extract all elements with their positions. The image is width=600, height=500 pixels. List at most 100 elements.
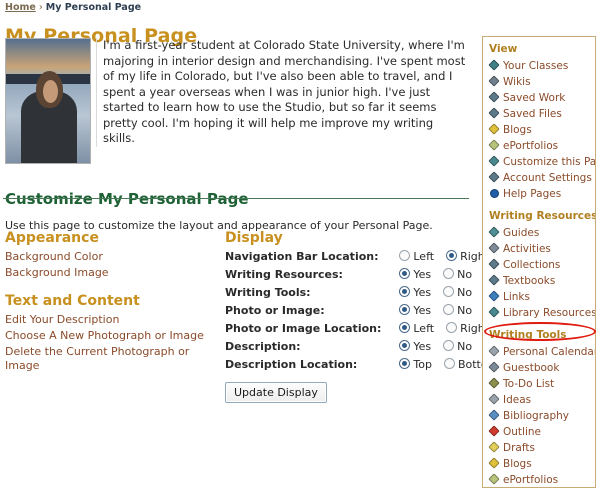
list-item: Background Color bbox=[5, 250, 220, 264]
gem-icon-steel bbox=[489, 172, 500, 183]
sidebar-item-drafts[interactable]: Drafts bbox=[503, 442, 535, 454]
radio-button[interactable] bbox=[399, 268, 410, 279]
list-item: Textbooks bbox=[489, 273, 595, 289]
sidebar-item-collections[interactable]: Collections bbox=[503, 259, 560, 271]
radio-option[interactable]: No bbox=[443, 304, 472, 317]
sidebar-item-ideas[interactable]: Ideas bbox=[503, 394, 531, 406]
link-edit-your-description[interactable]: Edit Your Description bbox=[5, 313, 119, 326]
radio-option[interactable]: No bbox=[443, 268, 472, 281]
list-item: Blogs bbox=[489, 456, 595, 472]
radio-option-label: Yes bbox=[413, 286, 431, 299]
breadcrumb-separator: › bbox=[39, 2, 43, 13]
sidebar-item-activities[interactable]: Activities bbox=[503, 243, 551, 255]
customize-left-column: Appearance Background Color Background I… bbox=[5, 230, 220, 375]
radio-option[interactable]: Left bbox=[399, 322, 434, 335]
text-and-content-link-list: Edit Your Description Choose A New Photo… bbox=[5, 313, 220, 373]
sidebar-group-heading: Writing Tools bbox=[489, 329, 595, 341]
gem-icon-slate bbox=[489, 362, 500, 373]
radio-option[interactable]: Yes bbox=[399, 286, 431, 299]
gem-icon-slate bbox=[489, 76, 500, 87]
list-item: Personal Calendar bbox=[489, 344, 595, 360]
radio-button[interactable] bbox=[399, 322, 410, 333]
sidebar-item-guestbook[interactable]: Guestbook bbox=[503, 362, 559, 374]
radio-option-label: Yes bbox=[413, 340, 431, 353]
breadcrumb: Home›My Personal Page bbox=[5, 2, 141, 13]
radio-button[interactable] bbox=[443, 340, 454, 351]
radio-option-label: No bbox=[457, 268, 472, 281]
radio-button[interactable] bbox=[446, 322, 457, 333]
sidebar-item-blogs[interactable]: Blogs bbox=[503, 124, 532, 136]
radio-option[interactable]: Yes bbox=[399, 340, 431, 353]
sidebar-item-account-settings[interactable]: Account Settings bbox=[503, 172, 592, 184]
radio-button[interactable] bbox=[399, 304, 410, 315]
sidebar-item-eportfolios[interactable]: ePortfolios bbox=[503, 474, 558, 486]
radio-button[interactable] bbox=[446, 250, 457, 261]
sidebar-item-bibliography[interactable]: Bibliography bbox=[503, 410, 569, 422]
radio-button[interactable] bbox=[399, 358, 410, 369]
sidebar-item-blogs[interactable]: Blogs bbox=[503, 458, 532, 470]
sidebar-item-textbooks[interactable]: Textbooks bbox=[503, 275, 555, 287]
update-display-button[interactable]: Update Display bbox=[225, 382, 327, 403]
section-divider bbox=[3, 198, 469, 199]
radio-button[interactable] bbox=[399, 250, 410, 261]
list-item: Choose A New Photograph or Image bbox=[5, 329, 220, 343]
display-option-label: Writing Tools: bbox=[225, 286, 399, 304]
radio-button[interactable] bbox=[443, 268, 454, 279]
gem-icon-blue bbox=[489, 410, 500, 421]
sidebar-group-list: Your Classes Wikis Saved Work Saved Files Bl… bbox=[489, 58, 595, 202]
list-item: Delete the Current Photograph or Image bbox=[5, 345, 220, 373]
display-option-label: Photo or Image: bbox=[225, 304, 399, 322]
link-background-image[interactable]: Background Image bbox=[5, 266, 109, 279]
display-option-row: Photo or Image:Yes No bbox=[225, 304, 498, 322]
radio-option-label: Left bbox=[413, 322, 434, 335]
navigation-sidebar: ViewYour ClassesWikisSaved WorkSaved Fil… bbox=[482, 36, 596, 488]
radio-button[interactable] bbox=[443, 286, 454, 297]
radio-option[interactable]: Top bbox=[399, 358, 432, 371]
radio-button[interactable] bbox=[399, 286, 410, 297]
radio-button[interactable] bbox=[399, 340, 410, 351]
sidebar-group-list: Guides Activities Collections Textbooks Link… bbox=[489, 225, 595, 321]
radio-option[interactable]: No bbox=[443, 286, 472, 299]
gem-icon-grey bbox=[489, 394, 500, 405]
link-background-color[interactable]: Background Color bbox=[5, 250, 103, 263]
list-item: Links bbox=[489, 289, 595, 305]
sidebar-item-eportfolios[interactable]: ePortfolios bbox=[503, 140, 558, 152]
radio-option-label: No bbox=[457, 304, 472, 317]
breadcrumb-home-link[interactable]: Home bbox=[5, 2, 36, 13]
display-option-row: Writing Resources:YesNo bbox=[225, 268, 498, 286]
gem-icon-steel bbox=[489, 92, 500, 103]
sidebar-item-guides[interactable]: Guides bbox=[503, 227, 539, 239]
display-option-row: Description:YesNo bbox=[225, 340, 498, 358]
sidebar-item-links[interactable]: Links bbox=[503, 291, 530, 303]
radio-option[interactable]: Yes bbox=[399, 268, 431, 281]
gem-icon-red bbox=[489, 426, 500, 437]
list-item: Account Settings bbox=[489, 170, 595, 186]
appearance-link-list: Background Color Background Image bbox=[5, 250, 220, 280]
radio-option-label: Yes bbox=[413, 268, 431, 281]
sidebar-item-personal-calendar[interactable]: Personal Calendar bbox=[503, 346, 596, 358]
gem-icon-slate bbox=[489, 243, 500, 254]
list-item: Outline bbox=[489, 424, 595, 440]
customize-section-heading: Customize My Personal Page bbox=[5, 190, 249, 208]
sidebar-item-to-do-list[interactable]: To-Do List bbox=[503, 378, 554, 390]
radio-button[interactable] bbox=[444, 358, 455, 369]
gem-icon-steel bbox=[489, 259, 500, 270]
radio-option[interactable]: Yes bbox=[399, 304, 431, 317]
sidebar-item-library-resources[interactable]: Library Resources bbox=[503, 307, 596, 319]
sidebar-item-wikis[interactable]: Wikis bbox=[503, 76, 531, 88]
radio-button[interactable] bbox=[443, 304, 454, 315]
list-item: Help Pages bbox=[489, 186, 595, 202]
radio-option[interactable]: Left bbox=[399, 250, 434, 263]
sidebar-item-help-pages[interactable]: Help Pages bbox=[503, 188, 561, 200]
sidebar-item-saved-work[interactable]: Saved Work bbox=[503, 92, 565, 104]
list-item: Collections bbox=[489, 257, 595, 273]
sidebar-item-customize-this-page[interactable]: Customize this Page bbox=[503, 156, 596, 168]
link-delete-current-photograph[interactable]: Delete the Current Photograph or Image bbox=[5, 345, 189, 372]
sidebar-item-saved-files[interactable]: Saved Files bbox=[503, 108, 562, 120]
sidebar-item-outline[interactable]: Outline bbox=[503, 426, 541, 438]
list-item: Guides bbox=[489, 225, 595, 241]
sidebar-item-your-classes[interactable]: Your Classes bbox=[503, 60, 568, 72]
link-choose-new-photograph[interactable]: Choose A New Photograph or Image bbox=[5, 329, 204, 342]
radio-option[interactable]: No bbox=[443, 340, 472, 353]
list-item: Saved Work bbox=[489, 90, 595, 106]
